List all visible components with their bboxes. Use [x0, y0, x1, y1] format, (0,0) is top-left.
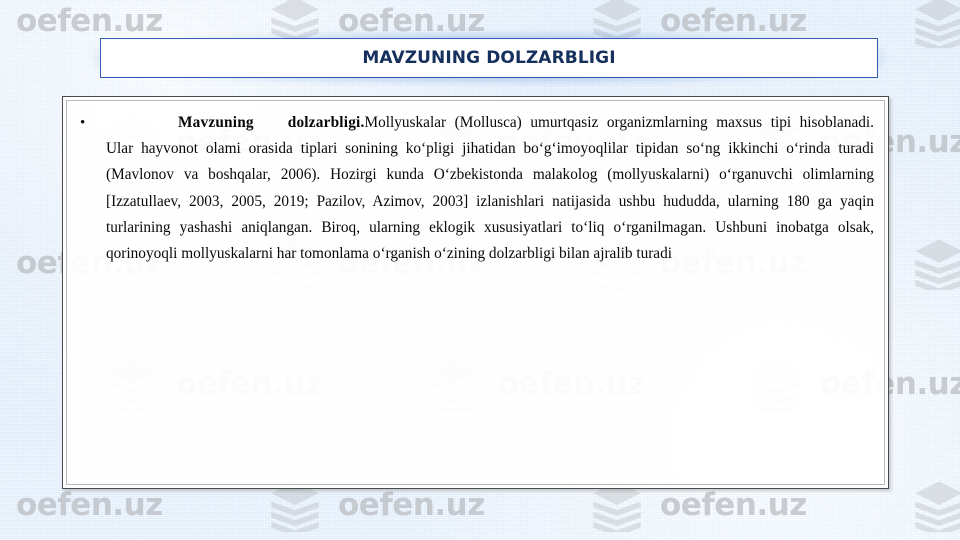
content-box: Mavzuning dolzarbligi.Mollyuskalar (Mollu…: [62, 96, 889, 489]
body-text: Mollyuskalar (Mollusca) umurtqasiz organ…: [106, 114, 874, 263]
slide-title-bar: MAVZUNING DOLZARBLIGI: [100, 38, 878, 78]
lead-word-2: dolzarbligi.: [287, 114, 365, 131]
body-paragraph: Mavzuning dolzarbligi.Mollyuskalar (Mollu…: [68, 102, 883, 267]
lead-bold-text: Mavzuning dolzarbligi.: [178, 114, 365, 131]
page-title: MAVZUNING DOLZARBLIGI: [362, 48, 616, 68]
lead-word-1: Mavzuning: [178, 114, 254, 131]
content-inner: Mavzuning dolzarbligi.Mollyuskalar (Mollu…: [68, 102, 883, 483]
slide-canvas: oefen.uz oefen.uz oefen.uz oefen.uz oefen.uz…: [0, 0, 960, 540]
